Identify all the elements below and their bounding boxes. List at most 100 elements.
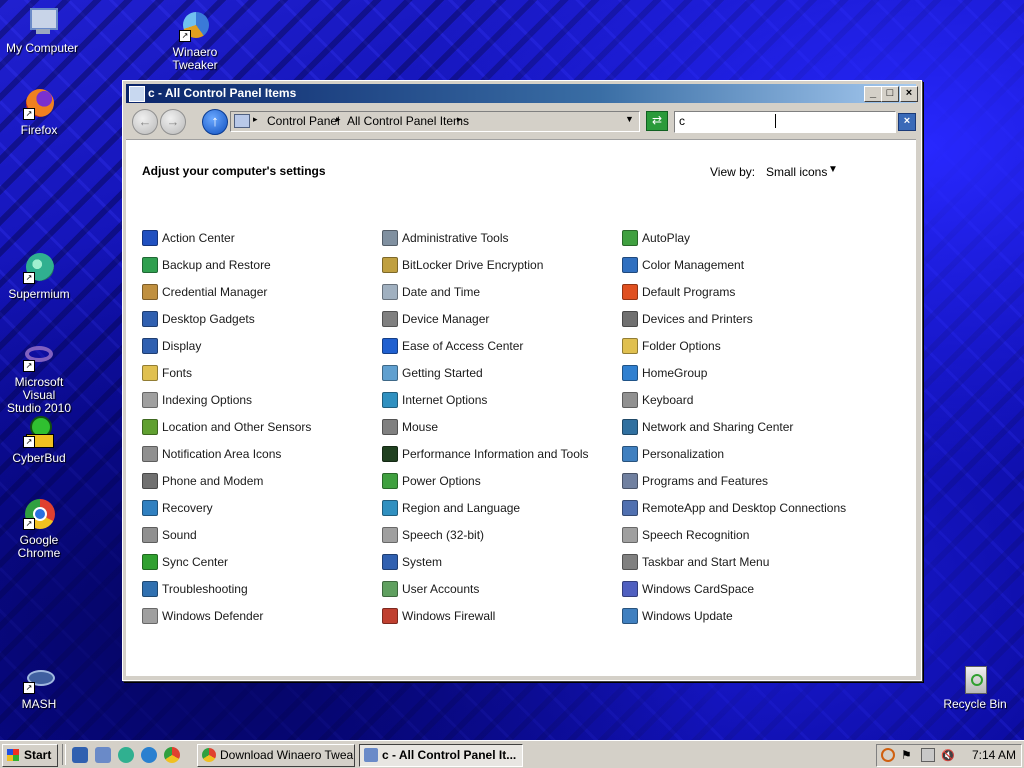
up-arrow-icon: ↑ bbox=[211, 113, 219, 130]
control-panel-item-label: Keyboard bbox=[642, 393, 694, 407]
control-panel-item-label: Device Manager bbox=[402, 312, 490, 326]
flag-icon[interactable]: ⚑ bbox=[901, 748, 915, 762]
start-button[interactable]: Start bbox=[2, 744, 58, 767]
control-panel-item-icon bbox=[622, 365, 638, 381]
internet-explorer-icon[interactable] bbox=[141, 747, 157, 763]
search-icon[interactable] bbox=[881, 748, 895, 762]
control-panel-item-label: Speech Recognition bbox=[642, 528, 750, 542]
up-button[interactable]: ↑ bbox=[202, 109, 228, 135]
control-panel-item-label: Ease of Access Center bbox=[402, 339, 524, 353]
control-panel-item-icon bbox=[622, 581, 638, 597]
control-panel-item-icon bbox=[382, 230, 398, 246]
desktop-icon-google-chrome[interactable]: ↗ Google Chrome bbox=[0, 498, 81, 560]
desktop-icon-label: Recycle Bin bbox=[943, 697, 1007, 711]
forward-button[interactable]: → bbox=[160, 109, 186, 135]
chrome-icon[interactable] bbox=[164, 747, 180, 763]
minimize-button[interactable]: _ bbox=[864, 86, 882, 102]
breadcrumb-arrow-icon[interactable]: ▸ bbox=[336, 114, 341, 125]
control-panel-item-label: Sync Center bbox=[162, 555, 229, 569]
desktop-icon-label: Supermium bbox=[8, 287, 70, 301]
control-panel-item-label: Credential Manager bbox=[162, 285, 268, 299]
desktop-icon-supermium[interactable]: ↗ Supermium bbox=[0, 252, 81, 301]
control-panel-item-label: Sound bbox=[162, 528, 197, 542]
volume-muted-icon[interactable]: 🔇 bbox=[941, 748, 955, 762]
address-dropdown-icon[interactable]: ▼ bbox=[625, 114, 634, 124]
back-arrow-icon: ← bbox=[138, 114, 152, 129]
maximize-button[interactable]: □ bbox=[881, 86, 899, 102]
page-title: Adjust your computer's settings bbox=[142, 164, 326, 178]
breadcrumb-arrow-icon[interactable]: ▸ bbox=[253, 114, 258, 125]
control-panel-item-icon bbox=[382, 581, 398, 597]
text-cursor bbox=[775, 114, 776, 128]
taskbar: Start Download Winaero Twea... c - All C… bbox=[0, 740, 1024, 768]
close-button[interactable]: × bbox=[900, 86, 918, 102]
desktop-icon-cyberbud[interactable]: ↗ CyberBud bbox=[0, 416, 81, 465]
show-desktop-icon[interactable] bbox=[72, 747, 88, 763]
control-panel-item-label: Windows CardSpace bbox=[642, 582, 755, 596]
control-panel-item-label: Programs and Features bbox=[642, 474, 769, 488]
refresh-button[interactable]: ⇄ bbox=[646, 111, 668, 131]
control-panel-item-icon bbox=[622, 311, 638, 327]
control-panel-item-label: Administrative Tools bbox=[402, 231, 509, 245]
control-panel-item-icon bbox=[622, 608, 638, 624]
desktop-icon-label: Microsoft Visual Studio 2010 bbox=[6, 375, 72, 415]
control-panel-item-icon bbox=[382, 554, 398, 570]
control-panel-item-label: Color Management bbox=[642, 258, 745, 272]
desktop-icon-my-computer[interactable]: My Computer bbox=[0, 6, 84, 55]
control-panel-item-icon bbox=[622, 338, 638, 354]
address-bar[interactable]: ▸ Control Panel ▸ All Control Panel Item… bbox=[230, 111, 640, 132]
control-panel-item-icon bbox=[382, 500, 398, 516]
desktop-icon-visual-studio[interactable]: ↗ Microsoft Visual Studio 2010 bbox=[0, 340, 81, 415]
system-tray: ⚑ 🔇 7:14 AM bbox=[876, 744, 1022, 767]
control-panel-item-label: Action Center bbox=[162, 231, 235, 245]
task-button-control-panel[interactable]: c - All Control Panel It... bbox=[359, 744, 523, 767]
search-clear-button[interactable]: × bbox=[898, 113, 916, 131]
mash-icon: ↗ bbox=[23, 662, 55, 694]
control-panel-item-label: Indexing Options bbox=[162, 393, 253, 407]
control-panel-item-icon bbox=[382, 446, 398, 462]
control-panel-item-label: Getting Started bbox=[402, 366, 483, 380]
computer-icon[interactable] bbox=[95, 747, 111, 763]
control-panel-item-icon bbox=[142, 230, 158, 246]
desktop-icon-firefox[interactable]: ↗ Firefox bbox=[0, 88, 81, 137]
search-input[interactable] bbox=[675, 112, 879, 130]
control-panel-item-label: BitLocker Drive Encryption bbox=[402, 258, 544, 272]
control-panel-item-label: Mouse bbox=[402, 420, 439, 434]
back-button[interactable]: ← bbox=[132, 109, 158, 135]
breadcrumb-arrow-icon[interactable]: ▸ bbox=[457, 114, 462, 125]
breadcrumb-all-items[interactable]: All Control Panel Items bbox=[347, 114, 469, 128]
control-panel-item-icon bbox=[622, 257, 638, 273]
control-panel-item-label: Troubleshooting bbox=[162, 582, 248, 596]
dropdown-arrow-icon[interactable]: ▼ bbox=[828, 164, 838, 175]
search-box[interactable] bbox=[674, 111, 896, 133]
firefox-icon: ↗ bbox=[23, 88, 55, 120]
control-panel-item-label: Internet Options bbox=[402, 393, 488, 407]
title-bar[interactable]: c - All Control Panel Items _ □ × bbox=[126, 84, 918, 103]
view-by-dropdown[interactable]: Small icons bbox=[766, 165, 827, 179]
chrome-icon: ↗ bbox=[23, 498, 55, 530]
task-button-chrome[interactable]: Download Winaero Twea... bbox=[197, 744, 355, 767]
control-panel-item-label: Notification Area Icons bbox=[162, 447, 282, 461]
supermium-icon[interactable] bbox=[118, 747, 134, 763]
navigation-bar: ← → ↑ ▸ Control Panel ▸ All Control Pane… bbox=[126, 105, 916, 138]
control-panel-item-icon bbox=[142, 338, 158, 354]
clock[interactable]: 7:14 AM bbox=[972, 748, 1016, 762]
control-panel-item-label: Devices and Printers bbox=[642, 312, 753, 326]
recycle-bin-icon bbox=[959, 662, 991, 694]
desktop-icon-winaero-tweaker[interactable]: ↗ Winaero Tweaker bbox=[153, 10, 237, 72]
start-label: Start bbox=[24, 748, 52, 762]
control-panel-item-label: Phone and Modem bbox=[162, 474, 264, 488]
desktop-icon-mash[interactable]: ↗ MASH bbox=[0, 662, 81, 711]
desktop-icon-recycle-bin[interactable]: Recycle Bin bbox=[933, 662, 1017, 711]
control-panel-icon bbox=[234, 114, 250, 128]
control-panel-item-icon bbox=[382, 473, 398, 489]
control-panel-item-label: Windows Update bbox=[642, 609, 733, 623]
control-panel-item-label: AutoPlay bbox=[642, 231, 691, 245]
control-panel-item-label: Recovery bbox=[162, 501, 213, 515]
breadcrumb-control-panel[interactable]: Control Panel bbox=[267, 114, 340, 128]
forward-arrow-icon: → bbox=[166, 114, 180, 129]
control-panel-item-icon bbox=[382, 311, 398, 327]
desktop-icon-label: Google Chrome bbox=[17, 533, 61, 560]
network-icon[interactable] bbox=[921, 748, 935, 762]
close-icon: × bbox=[903, 115, 911, 127]
